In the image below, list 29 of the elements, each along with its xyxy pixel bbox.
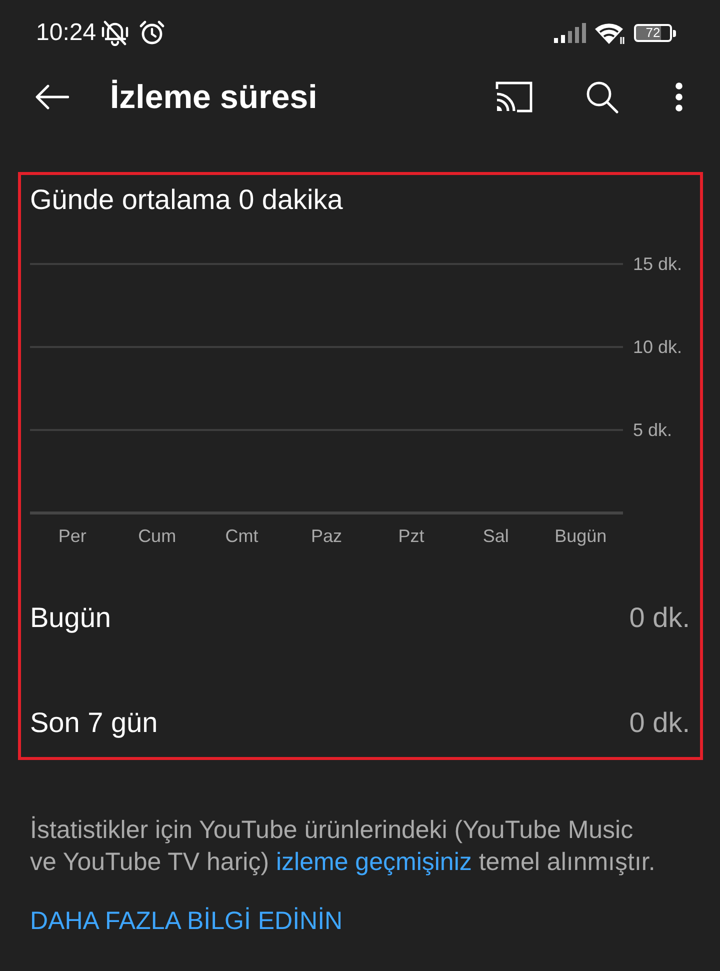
day-label: Pzt: [398, 526, 424, 546]
stats-info-text: İstatistikler için YouTube ürünlerindeki (YouTube Music ve YouTube TV hariç) izleme geçmişiniz temel alınmıştır.: [30, 815, 656, 878]
period-label: Son 7 gün: [30, 707, 158, 739]
y-tick-label: 15 dk.: [633, 254, 682, 274]
period-label: Bugün: [30, 602, 111, 634]
day-label: Per: [58, 526, 86, 546]
wifi-icon: [594, 21, 626, 45]
signal-icon: [554, 23, 586, 43]
day-label: Sal: [482, 526, 509, 546]
day-label: Cum: [138, 526, 176, 546]
y-tick-label: 5 dk.: [633, 420, 672, 440]
learn-more-link[interactable]: DAHA FAZLA BİLGİ EDİNİN: [30, 905, 343, 937]
cast-icon[interactable]: [495, 81, 533, 113]
watch-history-link[interactable]: izleme geçmişiniz: [276, 848, 472, 876]
battery-indicator: 72: [634, 24, 676, 42]
alarm-clock-icon: [139, 20, 166, 46]
back-arrow-icon[interactable]: [35, 84, 69, 110]
watch-time-value: 0 dk.: [629, 602, 690, 634]
average-summary: Günde ortalama 0 dakika: [30, 185, 344, 215]
more-options-icon[interactable]: [675, 82, 683, 112]
page-title: İzleme süresi: [110, 78, 318, 116]
search-icon[interactable]: [585, 80, 619, 114]
muted-bell-icon: [101, 20, 130, 46]
y-tick-label: 10 dk.: [633, 337, 682, 357]
day-label: Cmt: [225, 526, 258, 546]
watch-time-value: 0 dk.: [629, 707, 690, 739]
day-label: Paz: [310, 526, 342, 546]
clock-time: 10:24: [36, 19, 96, 47]
day-label: Bugün: [554, 526, 607, 546]
